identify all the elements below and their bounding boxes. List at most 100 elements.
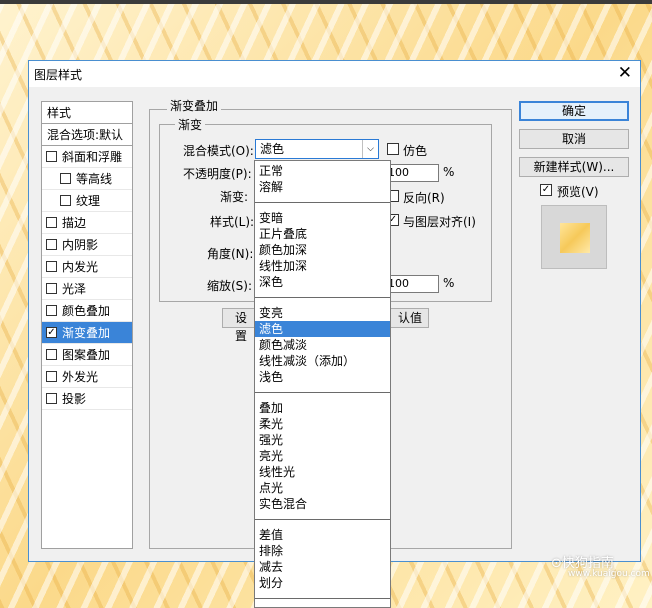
ok-button[interactable]: 确定 [519,101,629,121]
sidebar-item-label: 图案叠加 [62,348,111,362]
angle-label: 角度(N): [207,247,254,261]
sidebar-item-label: 描边 [62,216,87,230]
dither-checkbox[interactable] [387,143,399,155]
sidebar-item-checkbox[interactable] [46,151,57,162]
sidebar-item-label: 内发光 [62,260,99,274]
sidebar-item-checkbox[interactable] [46,305,57,316]
sidebar-item[interactable]: 投影 [42,388,132,410]
sidebar-item-label: 纹理 [76,194,101,208]
sidebar-item[interactable]: 等高线 [42,168,132,190]
scale-label: 缩放(S): [207,279,253,293]
sidebar-item-checkbox[interactable]: ✓ [46,327,57,338]
sidebar-item-label: 外发光 [62,370,99,384]
preview-thumbnail [541,205,607,269]
sidebar-item[interactable]: 颜色叠加 [42,300,132,322]
reverse-label: 反向(R) [403,191,445,205]
sidebar-item-label: 光泽 [62,282,87,296]
sidebar-item[interactable]: 光泽 [42,278,132,300]
dropdown-item[interactable]: 颜色减淡 [255,337,390,353]
sidebar-item-checkbox[interactable] [46,283,57,294]
dropdown-separator [255,297,390,298]
sidebar-item-checkbox[interactable] [46,371,57,382]
dropdown-item[interactable]: 叠加 [255,400,390,416]
top-dark-bar [0,0,652,4]
opacity-percent: % [443,165,455,179]
sidebar-item[interactable]: 纹理 [42,190,132,212]
title-bar[interactable]: 图层样式 ✕ [29,61,640,87]
opacity-label: 不透明度(P): [183,167,252,181]
reset-default-button[interactable]: 认值 [387,308,429,328]
dropdown-item[interactable]: 点光 [255,480,390,496]
dropdown-separator [255,519,390,520]
sidebar-item-checkbox[interactable] [60,195,71,206]
cancel-button[interactable]: 取消 [519,129,629,149]
dropdown-item[interactable]: 溶解 [255,179,390,195]
sidebar-item[interactable]: ✓ 渐变叠加 [42,322,132,344]
dropdown-item[interactable]: 正常 [255,163,390,179]
sidebar-item-checkbox[interactable] [46,239,57,250]
gradient-label: 渐变: [220,190,249,204]
dropdown-item[interactable]: 强光 [255,432,390,448]
dropdown-item[interactable]: 正片叠底 [255,226,390,242]
sidebar-item-label: 内阴影 [62,238,99,252]
sidebar-item-label: 投影 [62,392,87,406]
sidebar-item[interactable]: 外发光 [42,366,132,388]
set-default-button[interactable]: 设置 [222,308,256,343]
dropdown-separator [255,202,390,203]
sidebar-item-label: 渐变叠加 [62,326,111,340]
dither-label: 仿色 [403,144,428,158]
subgroup-title: 渐变 [175,116,206,133]
sidebar-item-checkbox[interactable] [46,217,57,228]
preview-label: 预览(V) [557,185,599,199]
sidebar-item[interactable]: 内阴影 [42,234,132,256]
sidebar-blend-options[interactable]: 混合选项:默认 [42,124,132,146]
dropdown-item[interactable]: 滤色 [255,321,390,337]
sidebar-item-label: 等高线 [76,172,113,186]
dropdown-item[interactable]: 亮光 [255,448,390,464]
dropdown-item[interactable]: 变暗 [255,210,390,226]
blend-mode-select[interactable]: 滤色 ⌵ [255,139,379,159]
watermark-url: www.kuaigou.com [568,569,650,579]
sidebar-item[interactable]: 斜面和浮雕 [42,146,132,168]
dropdown-item[interactable]: 减去 [255,559,390,575]
close-icon[interactable]: ✕ [618,63,632,83]
blend-mode-label: 混合模式(O): [183,144,254,158]
opacity-input[interactable]: 100 [385,164,439,182]
blend-mode-value: 滤色 [260,142,285,156]
chevron-down-icon[interactable]: ⌵ [362,140,378,158]
dropdown-item[interactable]: 深色 [255,274,390,290]
dropdown-item[interactable]: 线性光 [255,464,390,480]
group-title: 渐变叠加 [167,97,222,114]
sidebar-item[interactable]: 描边 [42,212,132,234]
sidebar-item-checkbox[interactable] [46,261,57,272]
preview-checkbox[interactable]: ✓ [540,184,552,196]
dropdown-item[interactable]: 线性减淡（添加） [255,353,390,369]
scale-percent: % [443,276,455,290]
sidebar-item-checkbox[interactable] [60,173,71,184]
dropdown-item[interactable]: 变亮 [255,305,390,321]
dropdown-item[interactable]: 浅色 [255,369,390,385]
dropdown-separator [255,392,390,393]
scale-input[interactable]: 100 [385,275,439,293]
dropdown-separator [255,598,390,599]
dropdown-item[interactable]: 颜色加深 [255,242,390,258]
blend-mode-dropdown: 正常 溶解变暗 正片叠底 颜色加深 线性加深 深色变亮 滤色 颜色减淡 线性减淡（添加） 浅色叠加… [254,160,391,608]
dropdown-item[interactable]: 线性加深 [255,258,390,274]
dropdown-item[interactable]: 排除 [255,543,390,559]
sidebar-item-checkbox[interactable] [46,349,57,360]
sidebar-item[interactable]: 图案叠加 [42,344,132,366]
new-style-button[interactable]: 新建样式(W)... [519,157,629,177]
sidebar-item[interactable]: 内发光 [42,256,132,278]
sidebar-item-label: 斜面和浮雕 [62,150,123,164]
sidebar-header[interactable]: 样式 [42,102,132,124]
window-title: 图层样式 [34,68,83,82]
align-label: 与图层对齐(I) [403,215,476,229]
dropdown-item[interactable]: 柔光 [255,416,390,432]
preview-swatch [560,223,590,253]
styles-sidebar: 样式 混合选项:默认 斜面和浮雕等高线纹理描边内阴影内发光光泽颜色叠加 ✓ 渐变叠加… [41,101,133,549]
style-label: 样式(L): [210,215,255,229]
dropdown-item[interactable]: 实色混合 [255,496,390,512]
dropdown-item[interactable]: 差值 [255,527,390,543]
sidebar-item-checkbox[interactable] [46,393,57,404]
dropdown-item[interactable]: 划分 [255,575,390,591]
